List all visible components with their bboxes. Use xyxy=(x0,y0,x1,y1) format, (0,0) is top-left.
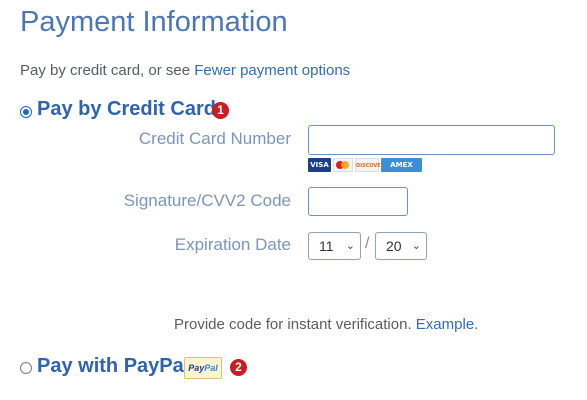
visa-logo-icon: VISA xyxy=(308,158,331,172)
cvv-label: Signature/CVV2 Code xyxy=(123,191,291,210)
credit-card-radio[interactable] xyxy=(20,106,32,118)
expiration-date-label: Expiration Date xyxy=(174,235,291,254)
exp-month-value: 11 xyxy=(319,238,334,254)
credit-card-option-label[interactable]: Pay by Credit Card xyxy=(37,98,216,121)
payment-options-prefix: Pay by credit card, or see xyxy=(20,62,195,79)
cvv-input[interactable] xyxy=(308,187,408,216)
paypal-logo-icon: PayPal xyxy=(184,357,222,379)
fewer-payment-options-link[interactable]: Fewer payment options xyxy=(194,62,350,79)
verification-note: Provide code for instant verification. E… xyxy=(174,316,478,333)
card-number-input[interactable] xyxy=(308,125,555,155)
example-link[interactable]: Example. xyxy=(416,316,479,333)
step-badge-2: 2 xyxy=(230,359,247,376)
discover-logo-icon: DISCOVER xyxy=(355,158,385,172)
amex-logo-icon: AMEX xyxy=(381,158,422,172)
accepted-cards: VISA DISCOVER AMEX xyxy=(308,158,422,172)
exp-year-select[interactable]: 20 ⌄ xyxy=(375,232,427,260)
exp-year-value: 20 xyxy=(386,238,402,254)
card-number-label: Credit Card Number xyxy=(138,129,291,148)
page-title: Payment Information xyxy=(20,6,288,38)
verification-text: Provide code for instant verification. xyxy=(174,316,416,333)
step-badge-1: 1 xyxy=(212,102,229,119)
exp-month-select[interactable]: 11 ⌄ xyxy=(308,232,361,260)
mastercard-logo-icon xyxy=(333,158,353,172)
chevron-down-icon: ⌄ xyxy=(411,240,421,252)
payment-options-note: Pay by credit card, or see Fewer payment… xyxy=(20,62,350,79)
paypal-option-label[interactable]: Pay with PayPal xyxy=(37,355,189,378)
chevron-down-icon: ⌄ xyxy=(345,240,355,252)
paypal-radio[interactable] xyxy=(20,362,32,374)
exp-date-separator: / xyxy=(365,235,370,252)
